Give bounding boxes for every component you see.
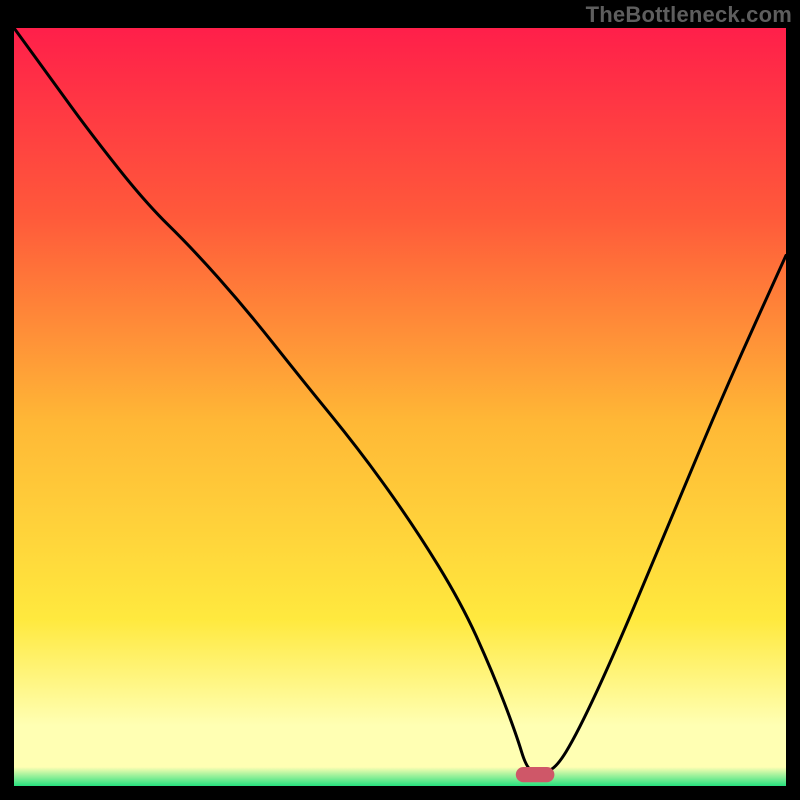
gradient-background xyxy=(14,28,786,786)
plot-area xyxy=(14,28,786,786)
chart-frame: TheBottleneck.com xyxy=(0,0,800,800)
plot-svg xyxy=(14,28,786,786)
watermark-text: TheBottleneck.com xyxy=(586,2,792,28)
optimal-marker xyxy=(516,767,555,782)
